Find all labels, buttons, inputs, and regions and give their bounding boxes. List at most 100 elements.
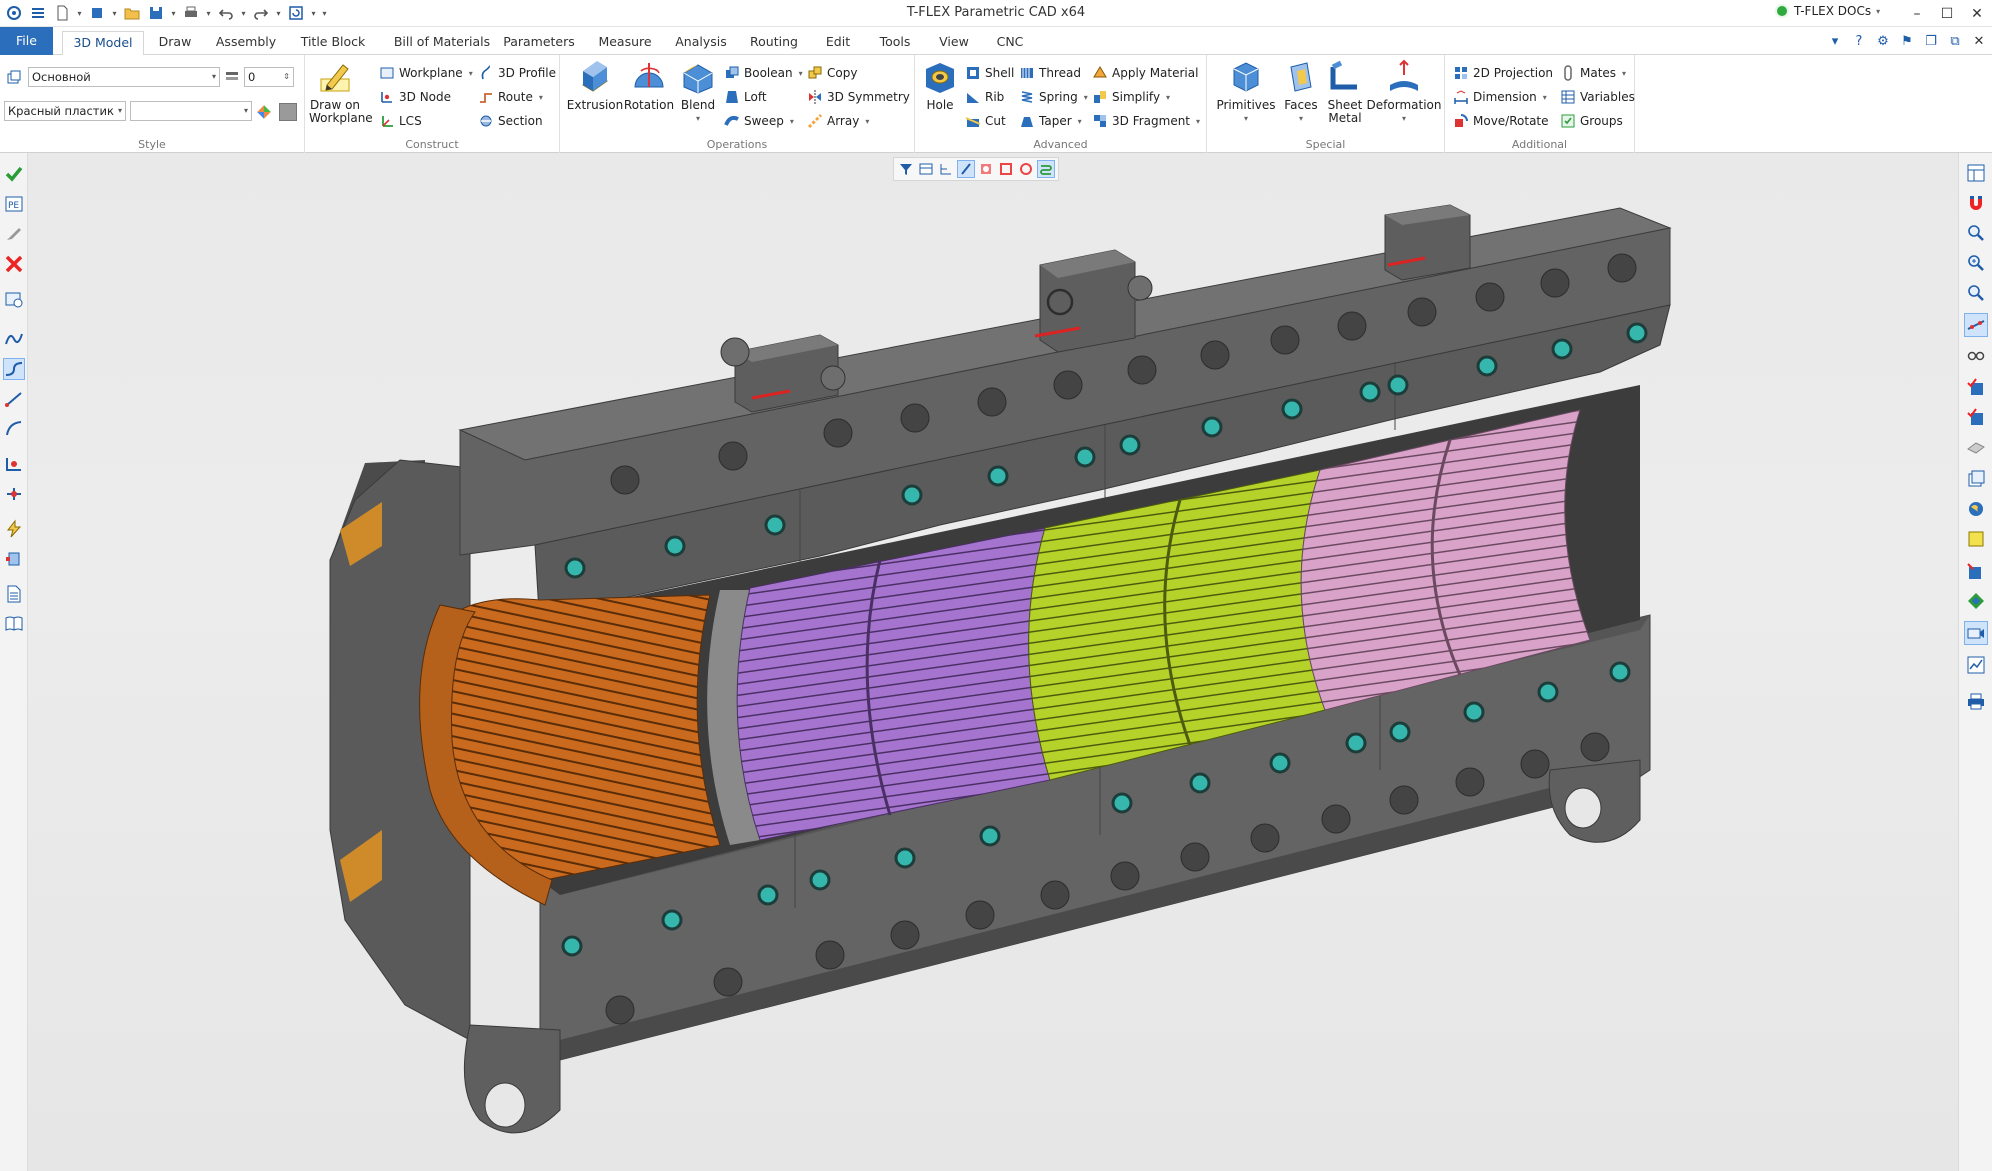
chevron-down-icon[interactable]: ▾ — [76, 3, 83, 23]
tab-measure[interactable]: Measure — [590, 31, 660, 55]
curve-icon[interactable] — [3, 328, 25, 350]
filter-table-icon[interactable] — [917, 160, 935, 178]
deformation-button[interactable]: Deformation ▾ — [1367, 59, 1441, 125]
arc-icon[interactable] — [3, 418, 25, 440]
view-icon[interactable] — [3, 288, 25, 310]
tab-analysis[interactable]: Analysis — [670, 31, 732, 55]
mates-button[interactable]: Mates ▾ — [1560, 62, 1626, 84]
tab-view[interactable]: View — [932, 31, 976, 55]
open-folder-icon[interactable] — [122, 3, 142, 23]
glasses-icon[interactable] — [1964, 343, 1988, 367]
select-loops-icon[interactable] — [1017, 160, 1035, 178]
cube-green-icon[interactable] — [1964, 589, 1988, 613]
3d-fragment-button[interactable]: 3D Fragment ▾ — [1092, 110, 1200, 132]
close-doc-icon[interactable]: ✕ — [1970, 32, 1988, 50]
blend-button[interactable]: Blend ▾ — [676, 59, 720, 125]
globe-icon[interactable] — [1964, 497, 1988, 521]
variables-button[interactable]: Variables — [1560, 86, 1635, 108]
maximize-button[interactable]: ☐ — [1932, 0, 1962, 27]
cube-check-icon[interactable] — [1964, 375, 1988, 399]
regenerate-icon[interactable] — [286, 3, 306, 23]
print-icon[interactable] — [181, 3, 201, 23]
menu-icon[interactable] — [28, 3, 48, 23]
3d-symmetry-button[interactable]: 3D Symmetry — [807, 86, 910, 108]
rotation-button[interactable]: Rotation — [624, 59, 674, 112]
app-menu-icon[interactable] — [4, 3, 24, 23]
draw-on-workplane-button[interactable]: Draw on Workplane — [309, 59, 373, 125]
extrusion-button[interactable]: Extrusion — [567, 59, 623, 112]
layer-select[interactable]: Основной ▾ — [28, 67, 220, 87]
redo-icon[interactable] — [251, 3, 271, 23]
shell-button[interactable]: Shell — [965, 62, 1014, 84]
3d-node-button[interactable]: 3D Node — [379, 86, 451, 108]
copy-button[interactable]: Copy — [807, 62, 857, 84]
thread-button[interactable]: Thread — [1019, 62, 1081, 84]
filter-icon[interactable] — [897, 160, 915, 178]
float-window-icon[interactable]: ⧉ — [1946, 32, 1964, 50]
palette-icon[interactable] — [255, 103, 273, 121]
new-file-icon[interactable] — [52, 3, 72, 23]
restore-window-icon[interactable]: ❐ — [1922, 32, 1940, 50]
properties-icon[interactable]: PE — [3, 193, 25, 215]
tab-routing[interactable]: Routing — [743, 31, 805, 55]
chain-icon[interactable] — [1037, 160, 1055, 178]
tab-file[interactable]: File — [0, 27, 53, 55]
minimize-button[interactable]: – — [1902, 0, 1932, 27]
level-stepper[interactable]: 0 ⇕ — [244, 67, 294, 87]
printer-icon[interactable] — [1964, 689, 1988, 713]
select-faces-icon[interactable] — [977, 160, 995, 178]
tab-bill-of-materials[interactable]: Bill of Materials — [383, 31, 501, 55]
tab-edit[interactable]: Edit — [818, 31, 858, 55]
window-icon[interactable] — [1964, 161, 1988, 185]
undo-icon[interactable] — [216, 3, 236, 23]
groups-button[interactable]: Groups — [1560, 110, 1623, 132]
chevron-down-icon[interactable]: ▾ — [205, 3, 212, 23]
close-button[interactable]: ✕ — [1962, 0, 1992, 27]
primitives-button[interactable]: Primitives ▾ — [1215, 59, 1277, 125]
node-edge-icon[interactable] — [3, 483, 25, 505]
spring-button[interactable]: Spring ▾ — [1019, 86, 1088, 108]
tree-filter-icon[interactable] — [937, 160, 955, 178]
help-icon[interactable]: ? — [1850, 32, 1868, 50]
cylinder-icon[interactable] — [3, 548, 25, 570]
gear-icon[interactable]: ⚙ — [1874, 32, 1892, 50]
tab-3d-model[interactable]: 3D Model — [62, 31, 144, 56]
magnet-icon[interactable] — [1964, 191, 1988, 215]
cube-yellow-icon[interactable] — [1964, 527, 1988, 551]
layers-icon[interactable] — [1964, 467, 1988, 491]
tab-title-block[interactable]: Title Block — [294, 31, 372, 55]
tab-tools[interactable]: Tools — [870, 31, 920, 55]
snap-icon[interactable] — [1964, 313, 1988, 337]
chart-icon[interactable] — [1964, 653, 1988, 677]
layer-icon[interactable] — [6, 69, 22, 85]
chevron-down-icon[interactable]: ▾ — [275, 3, 282, 23]
taper-button[interactable]: Taper ▾ — [1019, 110, 1082, 132]
move-rotate-button[interactable]: Move/Rotate — [1453, 110, 1549, 132]
docs-indicator[interactable]: T-FLEX DOCs ▾ — [1775, 4, 1880, 18]
snap-edge-icon[interactable] — [957, 160, 975, 178]
color-select[interactable]: ▾ — [130, 101, 252, 121]
cube-check2-icon[interactable] — [1964, 405, 1988, 429]
camera-icon[interactable] — [1964, 621, 1988, 645]
node-icon[interactable] — [3, 453, 25, 475]
tab-assembly[interactable]: Assembly — [210, 31, 282, 55]
book-icon[interactable] — [3, 613, 25, 635]
chevron-down-icon[interactable]: ▾ — [111, 3, 118, 23]
2d-projection-button[interactable]: 2D Projection — [1453, 62, 1553, 84]
tab-draw[interactable]: Draw — [150, 31, 200, 55]
new-3d-icon[interactable] — [87, 3, 107, 23]
sheet-metal-button[interactable]: Sheet Metal — [1323, 59, 1367, 125]
dimension-button[interactable]: Dimension ▾ — [1453, 86, 1547, 108]
chevron-down-icon[interactable]: ▾ — [170, 3, 177, 23]
model-cutaway-view[interactable] — [26, 153, 1958, 1171]
faces-button[interactable]: Faces ▾ — [1279, 59, 1323, 125]
line-icon[interactable] — [3, 388, 25, 410]
cut-button[interactable]: Cut — [965, 110, 1006, 132]
boolean-button[interactable]: Boolean ▾ — [724, 62, 803, 84]
document-icon[interactable] — [3, 583, 25, 605]
chevron-down-icon[interactable]: ▾ — [240, 3, 247, 23]
zoom-window-icon[interactable] — [1964, 251, 1988, 275]
plane-icon[interactable] — [1964, 435, 1988, 459]
zoom-icon[interactable] — [1964, 221, 1988, 245]
rib-button[interactable]: Rib — [965, 86, 1004, 108]
